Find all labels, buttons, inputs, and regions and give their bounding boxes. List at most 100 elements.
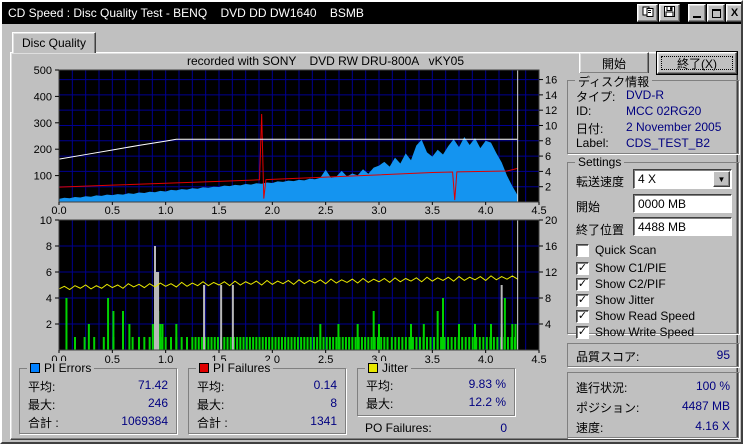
quality-score-value: 95 (716, 348, 730, 362)
svg-text:2.0: 2.0 (265, 205, 280, 217)
disc-type-label: タイプ: (576, 90, 616, 104)
speed-now-value: 4.16 X (695, 419, 730, 433)
show-jitter-checkbox[interactable]: ✓ (576, 293, 589, 307)
checkbox-show-c1pie[interactable]: ✓ Show C1/PIE (576, 261, 666, 275)
po-failures-value: 0 (500, 421, 507, 435)
checkbox-show-read-speed[interactable]: ✓ Show Read Speed (576, 309, 695, 323)
pi-errors-color-chip (30, 363, 40, 373)
disc-type-value: DVD-R (626, 88, 664, 102)
tab-disc-quality[interactable]: Disc Quality (12, 32, 96, 53)
svg-text:6: 6 (46, 267, 52, 279)
show-c2pif-checkbox[interactable]: ✓ (576, 277, 589, 291)
exit-button[interactable]: 終了(X) (656, 51, 738, 75)
jit-max-value: 12.2 % (468, 395, 506, 409)
svg-text:16: 16 (545, 75, 557, 87)
progress-label: 進行状況: (576, 381, 628, 395)
pi-errors-title-text: PI Errors (44, 361, 92, 375)
save-button[interactable] (659, 4, 680, 22)
minimize-button[interactable] (688, 4, 706, 22)
show-read-speed-checkbox[interactable]: ✓ (576, 309, 589, 323)
start-button[interactable]: 開始 (579, 52, 649, 74)
svg-text:0.5: 0.5 (105, 205, 120, 217)
maximize-button[interactable] (707, 4, 725, 22)
pie-max-value: 246 (147, 396, 168, 410)
speed-combobox[interactable]: 4 X ▼ (633, 169, 732, 189)
tab-strip: Disc Quality (2, 26, 741, 53)
svg-text:10: 10 (545, 120, 557, 132)
svg-text:4.0: 4.0 (478, 205, 493, 217)
jit-max-label: 最大: (366, 397, 394, 411)
progress-value: 100 % (695, 379, 730, 393)
disc-label-label: Label: (576, 136, 609, 150)
disc-id-value: MCC 02RG20 (626, 104, 702, 118)
svg-text:6: 6 (545, 151, 551, 163)
exit-button-focus (661, 56, 733, 70)
speed-label: 転送速度 (576, 175, 625, 189)
svg-text:0.5: 0.5 (105, 354, 120, 366)
svg-text:20: 20 (545, 215, 557, 227)
checkbox-quick-scan[interactable]: Quick Scan (576, 243, 656, 257)
svg-text:300: 300 (34, 118, 52, 130)
svg-text:2.5: 2.5 (318, 205, 333, 217)
settings-box: Settings 転送速度 4 X ▼ 開始 0000 MB 終了位置 4488… (567, 155, 739, 339)
speed-combobox-arrow[interactable]: ▼ (713, 171, 730, 187)
quick-scan-label: Quick Scan (595, 243, 657, 257)
pif-max-label: 最大: (197, 398, 225, 412)
pi-failures-box: PI Failures 平均: 0.14 最大: 8 合計 : 1341 (188, 361, 346, 434)
disc-info-box: ディスク情報 タイプ: DVD-R ID: MCC 02RG20 日付: 2 Nove… (567, 73, 739, 154)
po-failures-row: PO Failures: 0 (365, 421, 507, 435)
show-c1pie-checkbox[interactable]: ✓ (576, 261, 589, 275)
pi-errors-box: PI Errors 平均: 71.42 最大: 246 合計 : 1069384 (19, 361, 177, 434)
jitter-box-title: Jitter (365, 361, 412, 375)
svg-text:4: 4 (46, 293, 52, 305)
end-pos-input[interactable]: 4488 MB (633, 217, 732, 236)
jitter-box: Jitter 平均: 9.83 % 最大: 12.2 % (357, 361, 515, 416)
pif-avg-label: 平均: (197, 380, 225, 394)
svg-text:8: 8 (545, 136, 551, 148)
copy-button[interactable] (637, 4, 658, 22)
svg-text:3.5: 3.5 (425, 205, 440, 217)
svg-text:14: 14 (545, 90, 557, 102)
show-write-speed-checkbox[interactable]: ✓ (576, 325, 589, 339)
minimize-icon (693, 16, 701, 18)
copy-icon (642, 6, 654, 20)
pie-avg-value: 71.42 (137, 378, 168, 392)
pie-total-value: 1069384 (121, 414, 168, 428)
quick-scan-checkbox[interactable] (576, 243, 589, 257)
svg-text:2: 2 (545, 182, 551, 194)
svg-text:16: 16 (545, 241, 557, 253)
pie-total-label: 合計 : (28, 416, 59, 430)
start-pos-input[interactable]: 0000 MB (633, 194, 732, 213)
svg-text:500: 500 (34, 65, 52, 77)
svg-text:12: 12 (545, 105, 557, 117)
svg-text:4: 4 (545, 319, 551, 331)
pi-errors-box-title: PI Errors (27, 361, 95, 375)
pif-max-value: 8 (330, 396, 337, 410)
svg-text:2: 2 (46, 319, 52, 331)
end-pos-label: 終了位置 (576, 223, 625, 237)
show-jitter-label: Show Jitter (595, 293, 655, 307)
jit-avg-label: 平均: (366, 379, 394, 393)
checkbox-show-c2pif[interactable]: ✓ Show C2/PIF (576, 277, 666, 291)
po-failures-label: PO Failures: (365, 421, 432, 435)
svg-text:1.5: 1.5 (211, 205, 226, 217)
progress-box: 進行状況: 100 % ポジション: 4487 MB 速度: 4.16 X (567, 372, 739, 438)
show-c2pif-label: Show C2/PIF (595, 277, 666, 291)
pif-total-label: 合計 : (197, 416, 228, 430)
pif-avg-value: 0.14 (313, 378, 337, 392)
pif-total-value: 1341 (310, 414, 337, 428)
checkbox-show-write-speed[interactable]: ✓ Show Write Speed (576, 325, 694, 339)
pie-avg-label: 平均: (28, 380, 56, 394)
checkbox-show-jitter[interactable]: ✓ Show Jitter (576, 293, 654, 307)
svg-text:200: 200 (34, 144, 52, 156)
quality-score-label: 品質スコア: (576, 350, 640, 364)
svg-text:8: 8 (545, 293, 551, 305)
quality-charts: 100 200 300 400 500 2 4 6 8 10 12 14 16 0.0 0.5 1.0 1.5 2… (34, 65, 558, 366)
pi-failures-title-text: PI Failures (213, 361, 271, 375)
show-write-speed-label: Show Write Speed (595, 325, 695, 339)
svg-text:3.0: 3.0 (371, 205, 386, 217)
svg-text:1.0: 1.0 (158, 354, 173, 366)
disc-date-value: 2 November 2005 (626, 120, 722, 134)
disc-id-label: ID: (576, 104, 592, 118)
close-button[interactable]: X (726, 4, 741, 22)
